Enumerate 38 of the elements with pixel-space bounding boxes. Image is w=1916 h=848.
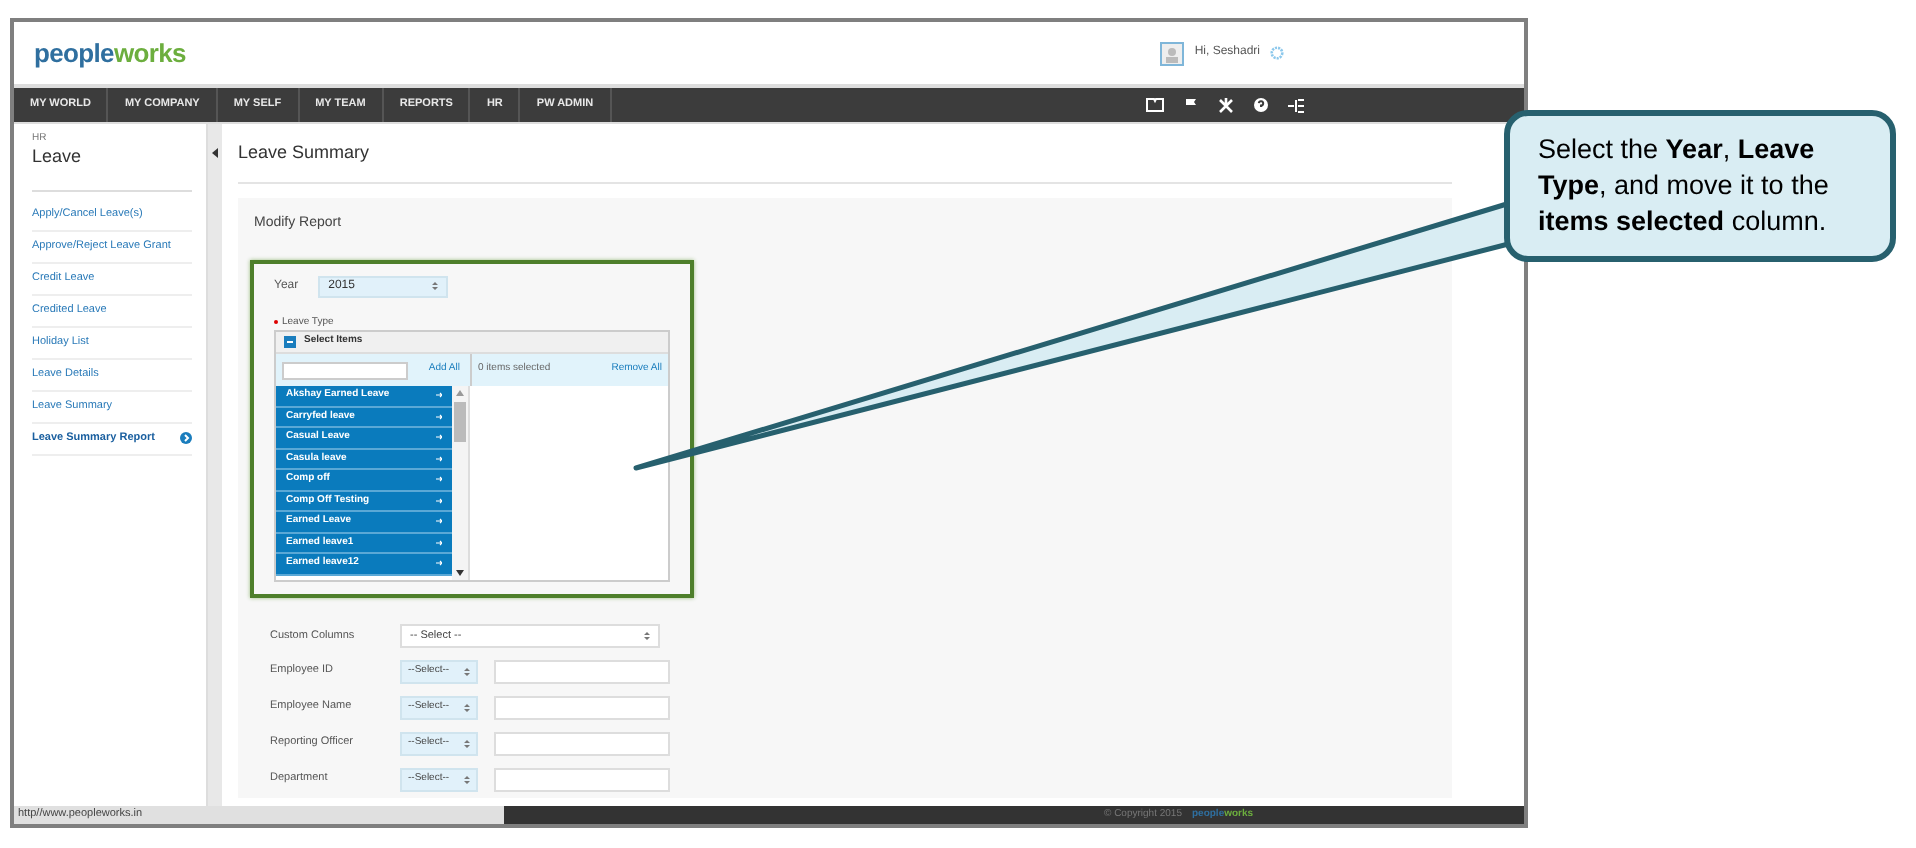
scroll-thumb[interactable]	[454, 402, 466, 442]
help-icon[interactable]	[1254, 98, 1268, 112]
arrow-icon	[436, 455, 442, 462]
arrow-icon	[436, 497, 442, 504]
dropdown-icon	[644, 632, 650, 640]
input-field[interactable]	[494, 731, 670, 755]
input-field[interactable]	[494, 659, 670, 683]
collapse-handle[interactable]	[208, 124, 222, 806]
arrow-icon	[436, 518, 442, 525]
dropdown-icon	[464, 775, 470, 783]
search-field[interactable]	[282, 361, 408, 379]
arrow-icon	[180, 432, 192, 444]
page-title: Leave Summary	[238, 124, 1452, 184]
arrow-icon	[436, 413, 442, 420]
arrow-icon	[436, 434, 442, 441]
collapse-icon[interactable]	[211, 148, 219, 158]
dropdown-icon	[464, 703, 470, 711]
arrow-icon	[436, 560, 442, 567]
logo: peopleworks	[34, 35, 186, 72]
callout-text: Select the Year, Leave Type, and move it to the items selected column.	[1538, 132, 1831, 240]
dropdown-icon	[464, 739, 470, 747]
hierarchy-icon[interactable]	[1288, 97, 1304, 113]
gear-icon[interactable]	[1270, 46, 1284, 60]
arrow-icon	[436, 392, 442, 399]
arrow-icon	[436, 476, 442, 483]
scroll-up-icon[interactable]	[456, 390, 464, 396]
scroll-down-icon[interactable]	[456, 570, 464, 576]
tools-icon[interactable]	[1218, 97, 1234, 113]
collapse-toggle-icon[interactable]	[284, 336, 296, 348]
book-icon[interactable]	[1146, 98, 1164, 112]
dropdown-icon	[432, 282, 439, 290]
input-field[interactable]	[494, 767, 670, 791]
sidebar-title: Leave	[32, 144, 192, 191]
dropdown-icon	[464, 667, 470, 675]
arrow-icon	[436, 539, 442, 546]
scrollbar[interactable]	[452, 386, 470, 580]
avatar-icon	[1160, 41, 1185, 65]
input-field[interactable]	[494, 695, 670, 719]
